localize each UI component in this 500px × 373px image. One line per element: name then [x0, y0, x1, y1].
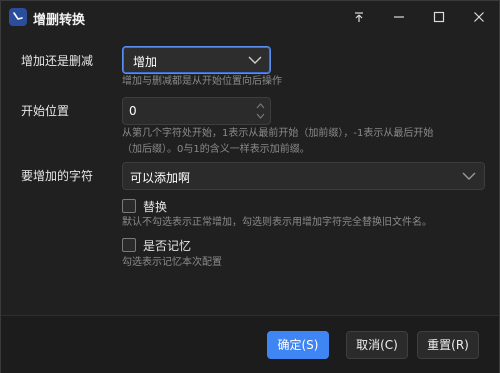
close-icon: [474, 12, 484, 22]
reset-button[interactable]: 重置(R): [417, 331, 479, 359]
chevron-down-icon[interactable]: [462, 172, 476, 180]
replace-checkbox[interactable]: [122, 199, 136, 213]
minimize-icon: [394, 16, 404, 18]
dialog-window: 增删转换 增加还是删减 增加 增加与删减都是从开始位置向后操作 开始位置 0 从…: [0, 0, 500, 373]
form-area: 增加还是删减 增加 增加与删减都是从开始位置向后操作 开始位置 0 从第几个字符…: [1, 33, 499, 315]
start-help-line1: 从第几个字符处开始，1表示从最前开始（加前缀），-1表示从最后开始: [122, 128, 434, 139]
mode-help: 增加与删减都是从开始位置向后操作: [122, 76, 282, 87]
start-help-line2: （加后缀）。0与1的含义一样表示加前缀。: [122, 144, 310, 155]
spin-arrows-icon[interactable]: [256, 102, 265, 120]
cancel-button[interactable]: 取消(C): [346, 331, 408, 359]
mode-select-value: 增加: [133, 55, 158, 69]
maximize-button[interactable]: [419, 1, 459, 33]
window-title: 增删转换: [33, 13, 86, 28]
remember-label[interactable]: 是否记忆: [143, 237, 191, 254]
app-icon: [9, 8, 27, 26]
start-label: 开始位置: [21, 104, 70, 118]
chars-combobox[interactable]: 可以添加啊: [122, 162, 485, 190]
title-bar[interactable]: 增删转换: [1, 1, 499, 33]
chevron-down-icon: [248, 56, 262, 64]
maximize-icon: [433, 11, 445, 23]
dialog-footer: 确定(S) 取消(C) 重置(R): [1, 315, 499, 373]
remember-checkbox[interactable]: [122, 238, 136, 252]
mode-label: 增加还是删减: [21, 54, 94, 68]
start-value: 0: [129, 104, 137, 118]
mode-select[interactable]: 增加: [122, 46, 271, 74]
pin-button[interactable]: [339, 1, 379, 33]
remember-help: 勾选表示记忆本次配置: [122, 257, 222, 268]
replace-label[interactable]: 替换: [143, 198, 167, 215]
pin-icon: [355, 12, 363, 22]
chars-value: 可以添加啊: [130, 171, 191, 185]
close-button[interactable]: [459, 1, 499, 33]
start-spinbox[interactable]: 0: [122, 97, 271, 125]
replace-help: 默认不勾选表示正常增加，勾选则表示用增加字符完全替换旧文件名。: [122, 217, 432, 228]
ok-button[interactable]: 确定(S): [267, 331, 329, 359]
minimize-button[interactable]: [379, 1, 419, 33]
chars-label: 要增加的字符: [21, 169, 94, 183]
